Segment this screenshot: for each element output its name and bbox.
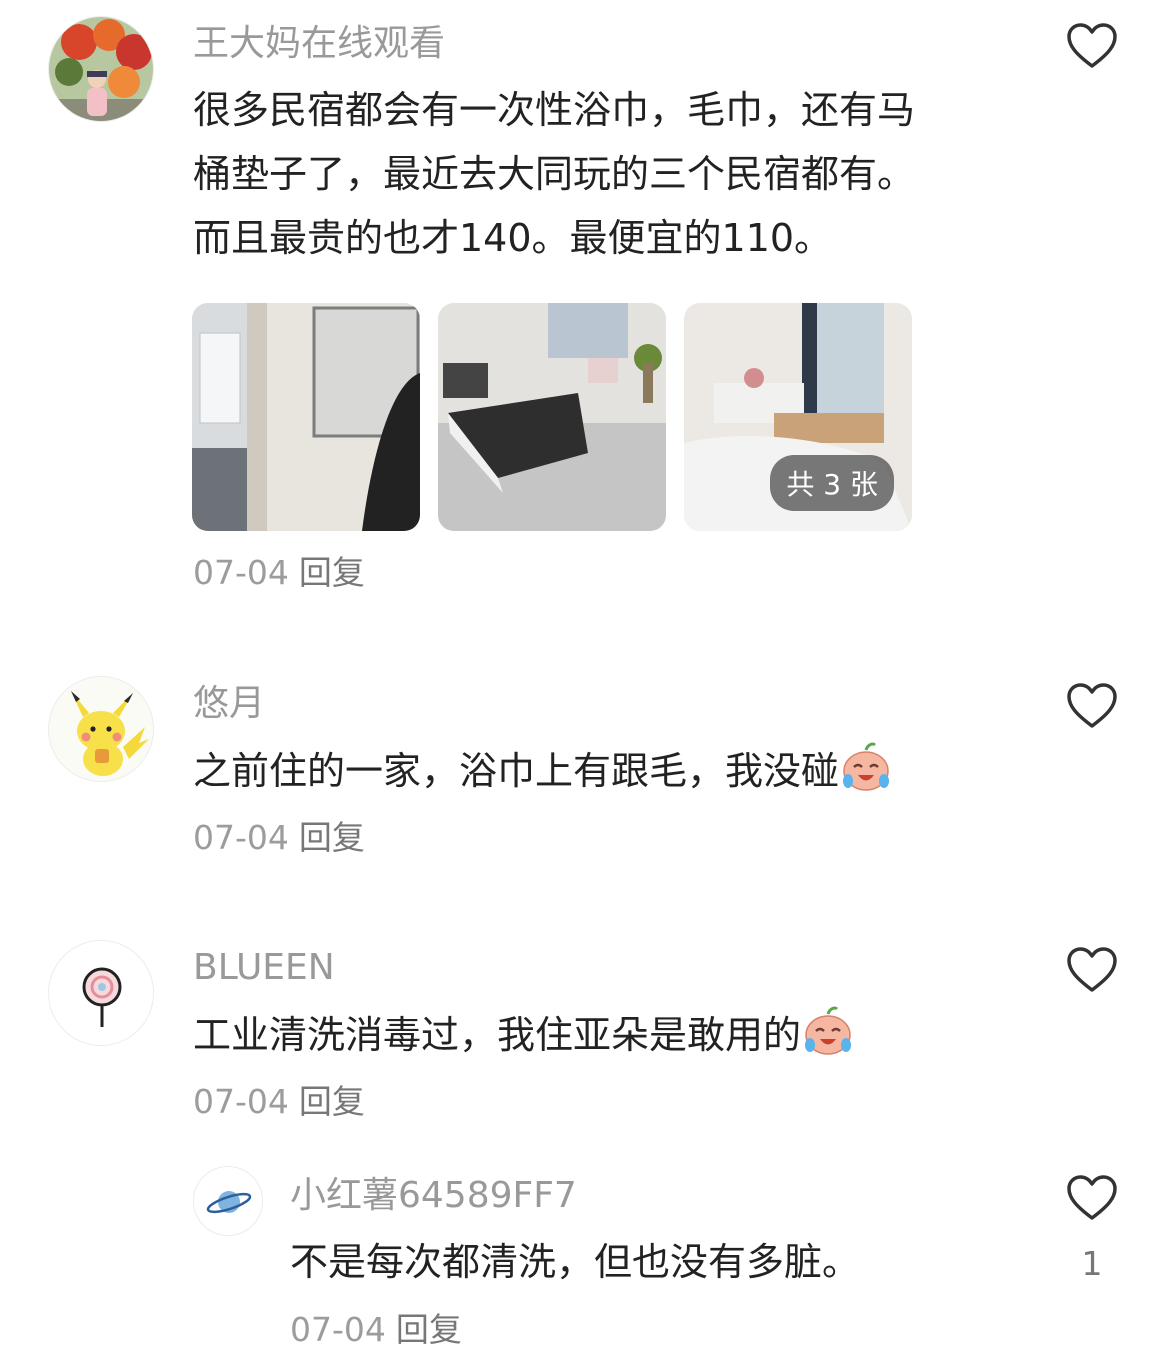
like-button[interactable] bbox=[1066, 682, 1118, 730]
avatar[interactable] bbox=[48, 676, 154, 782]
reply-button[interactable]: 回复 bbox=[299, 1082, 365, 1121]
image-count-badge[interactable]: 共 3 张 bbox=[770, 455, 894, 511]
comment-text: 工业清洗消毒过，我住亚朵是敢用的 bbox=[193, 1003, 855, 1067]
reply-button[interactable]: 回复 bbox=[396, 1310, 462, 1349]
comment-text-line: 桶垫子了，最近去大同玩的三个民宿都有。 bbox=[193, 152, 916, 196]
reply-username[interactable]: 小红薯64589FF7 bbox=[290, 1178, 577, 1214]
comment-text-line: 很多民宿都会有一次性浴巾，毛巾，还有马 bbox=[193, 88, 916, 132]
avatar[interactable] bbox=[48, 940, 154, 1046]
comment-meta: 07-04 回复 bbox=[193, 556, 365, 589]
comment-text: 之前住的一家，浴巾上有跟毛，我没碰 bbox=[193, 739, 893, 803]
like-button[interactable] bbox=[1066, 22, 1118, 70]
reply-meta: 07-04 回复 bbox=[290, 1313, 462, 1346]
comment-image-3[interactable]: 共 3 张 bbox=[684, 303, 912, 531]
avatar[interactable] bbox=[48, 16, 154, 122]
comment-date: 07-04 bbox=[193, 553, 289, 592]
planet-avatar-icon bbox=[194, 1167, 262, 1235]
like-button[interactable] bbox=[1066, 1174, 1118, 1222]
bathroom-photo-icon bbox=[192, 303, 420, 531]
like-count: 1 bbox=[1081, 1244, 1103, 1283]
pikachu-avatar-icon bbox=[49, 677, 153, 781]
crying-laugh-emoji-icon bbox=[805, 1006, 852, 1055]
comment-image-2[interactable] bbox=[438, 303, 666, 531]
like-button[interactable] bbox=[1066, 946, 1118, 994]
flower-photo-avatar-icon bbox=[49, 17, 153, 121]
avatar[interactable] bbox=[193, 1166, 263, 1236]
bedroom-photo-icon bbox=[438, 303, 666, 531]
comment-image-1[interactable] bbox=[192, 303, 420, 531]
comment-meta: 07-04 回复 bbox=[193, 821, 365, 854]
reply-text: 不是每次都清洗，但也没有多脏。 bbox=[290, 1240, 861, 1284]
crying-laugh-emoji-icon bbox=[843, 742, 890, 791]
reply-button[interactable]: 回复 bbox=[299, 553, 365, 592]
comment-meta: 07-04 回复 bbox=[193, 1085, 365, 1118]
comment-text-content: 之前住的一家，浴巾上有跟毛，我没碰 bbox=[193, 749, 840, 793]
comment-date: 07-04 bbox=[193, 818, 289, 857]
comment-username[interactable]: 王大妈在线观看 bbox=[193, 26, 445, 62]
heart-icon bbox=[1067, 1175, 1117, 1220]
comment-date: 07-04 bbox=[193, 1082, 289, 1121]
comment-text: 很多民宿都会有一次性浴巾，毛巾，还有马 桶垫子了，最近去大同玩的三个民宿都有。 … bbox=[193, 78, 915, 270]
heart-icon bbox=[1067, 947, 1117, 992]
heart-icon bbox=[1067, 683, 1117, 728]
reply-button[interactable]: 回复 bbox=[299, 818, 365, 857]
heart-icon bbox=[1067, 23, 1117, 68]
comment-text-content: 工业清洗消毒过，我住亚朵是敢用的 bbox=[193, 1013, 802, 1057]
comment-text-line: 而且最贵的也才140。最便宜的110。 bbox=[193, 216, 833, 260]
comment-username[interactable]: BLUEEN bbox=[193, 950, 335, 986]
comment-username[interactable]: 悠月 bbox=[193, 686, 265, 722]
lollipop-avatar-icon bbox=[49, 941, 153, 1045]
reply-date: 07-04 bbox=[290, 1310, 386, 1349]
